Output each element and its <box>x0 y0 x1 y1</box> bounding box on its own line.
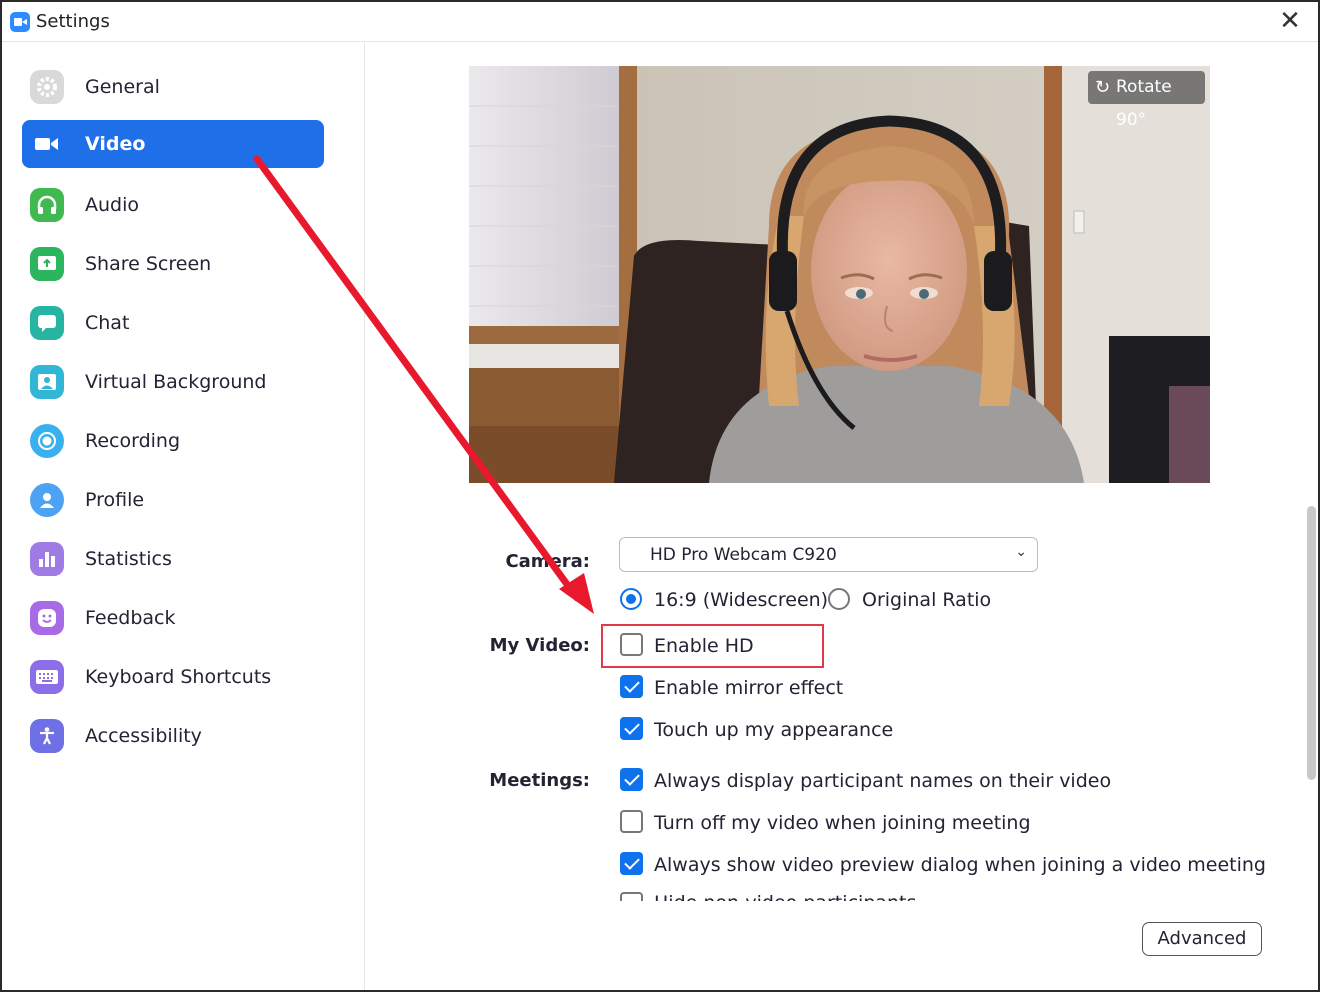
radio-original-ratio-label: Original Ratio <box>862 589 992 611</box>
gear-icon <box>30 70 64 104</box>
scroll-clip <box>602 901 1302 919</box>
chat-bubble-icon <box>30 306 64 340</box>
rotate-icon: ↻ <box>1095 77 1111 98</box>
sidebar-item-profile[interactable]: Profile <box>22 476 324 524</box>
my-video-label: My Video: <box>489 635 590 656</box>
share-screen-icon <box>30 247 64 281</box>
touch-up-label: Touch up my appearance <box>654 719 894 741</box>
smiley-icon <box>30 601 64 635</box>
video-off-label: Turn off my video when joining meeting <box>654 812 1031 834</box>
radio-widescreen-label: 16:9 (Widescreen) <box>654 589 829 611</box>
video-preview-checkbox[interactable] <box>620 852 643 875</box>
video-off-checkbox[interactable] <box>620 810 643 833</box>
zoom-camera-icon <box>10 12 30 32</box>
radio-original-ratio[interactable] <box>828 588 850 610</box>
record-icon <box>30 424 64 458</box>
sidebar-item-accessibility[interactable]: Accessibility <box>22 712 324 760</box>
mirror-effect-label: Enable mirror effect <box>654 677 844 699</box>
sidebar-item-label: Chat <box>85 312 130 334</box>
display-names-label: Always display participant names on thei… <box>654 770 1112 792</box>
sidebar-item-virtual-background[interactable]: Virtual Background <box>22 358 324 406</box>
sidebar-item-audio[interactable]: Audio <box>22 181 324 229</box>
video-preview-label: Always show video preview dialog when jo… <box>654 854 1266 876</box>
window-title: Settings <box>36 11 110 32</box>
meetings-label: Meetings: <box>489 770 590 791</box>
radio-widescreen[interactable] <box>620 588 642 610</box>
advanced-button[interactable]: Advanced <box>1142 922 1262 956</box>
sidebar-item-label: Video <box>85 133 146 155</box>
sidebar-item-label: Recording <box>85 430 181 452</box>
sidebar-item-share-screen[interactable]: Share Screen <box>22 240 324 288</box>
keyboard-icon <box>30 660 64 694</box>
camera-preview <box>469 66 1210 483</box>
camera-select-value: HD Pro Webcam C920 <box>650 545 837 565</box>
sidebar-item-label: General <box>85 76 160 98</box>
sidebar-item-feedback[interactable]: Feedback <box>22 594 324 642</box>
sidebar-item-general[interactable]: General <box>22 63 324 111</box>
webcam-image <box>469 66 1210 483</box>
enable-hd-label: Enable HD <box>654 635 754 657</box>
sidebar-item-label: Keyboard Shortcuts <box>85 666 272 688</box>
touch-up-checkbox[interactable] <box>620 717 643 740</box>
settings-sidebar: General Video Audio Share Screen Chat Vi… <box>2 43 365 990</box>
sidebar-item-chat[interactable]: Chat <box>22 299 324 347</box>
sidebar-item-video[interactable]: Video <box>22 120 324 168</box>
sidebar-item-label: Feedback <box>85 607 176 629</box>
bar-chart-icon <box>30 542 64 576</box>
mirror-effect-checkbox[interactable] <box>620 675 643 698</box>
rotate-90-button[interactable]: ↻ Rotate 90° <box>1088 71 1205 130</box>
camera-label: Camera: <box>505 551 590 572</box>
person-icon <box>30 483 64 517</box>
chevron-down-icon: ⌄ <box>1015 544 1027 560</box>
sidebar-item-label: Statistics <box>85 548 172 570</box>
title-bar: Settings ✕ <box>2 2 1318 42</box>
sidebar-item-label: Share Screen <box>85 253 212 275</box>
sidebar-item-keyboard-shortcuts[interactable]: Keyboard Shortcuts <box>22 653 324 701</box>
camera-select[interactable]: HD Pro Webcam C920 ⌄ <box>619 537 1038 572</box>
sidebar-item-statistics[interactable]: Statistics <box>22 535 324 583</box>
enable-hd-checkbox[interactable] <box>620 633 643 656</box>
accessibility-icon <box>30 719 64 753</box>
virtual-background-icon <box>30 365 64 399</box>
sidebar-item-label: Accessibility <box>85 725 202 747</box>
scrollbar-thumb[interactable] <box>1307 506 1316 780</box>
close-icon[interactable]: ✕ <box>1276 8 1304 36</box>
sidebar-item-label: Virtual Background <box>85 371 267 393</box>
sidebar-item-label: Profile <box>85 489 145 511</box>
headphones-icon <box>30 188 64 222</box>
sidebar-item-recording[interactable]: Recording <box>22 417 324 465</box>
settings-window: Settings ✕ General Video Audio Share Scr… <box>0 0 1320 992</box>
video-camera-icon <box>30 127 64 161</box>
sidebar-item-label: Audio <box>85 194 140 216</box>
display-names-checkbox[interactable] <box>620 768 643 791</box>
